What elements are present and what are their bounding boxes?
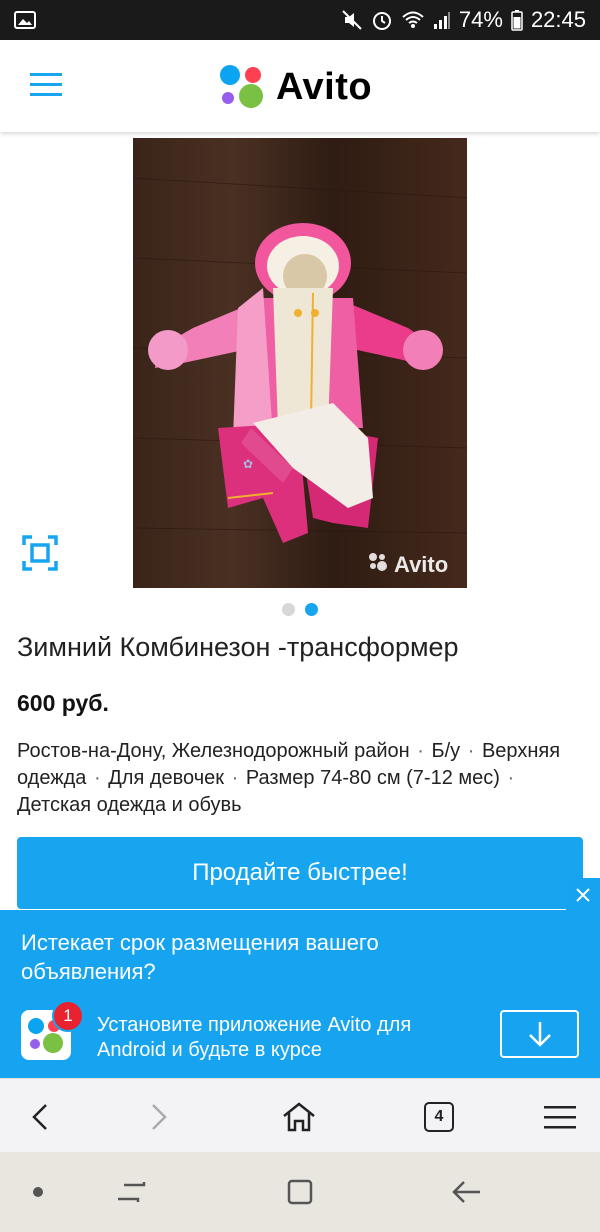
meta-separator: · <box>94 767 101 789</box>
browser-home-button[interactable] <box>279 1097 319 1137</box>
battery-percent: 74% <box>458 7 503 32</box>
wifi-icon <box>401 10 425 30</box>
alarm-icon <box>371 9 393 31</box>
back-arrow-icon <box>452 1181 480 1203</box>
chevron-right-icon <box>152 1104 167 1130</box>
menu-icon <box>544 1106 576 1129</box>
gallery-dot-2-active[interactable] <box>305 603 318 616</box>
signal-icon <box>433 10 451 30</box>
android-nav-bar <box>0 1152 600 1232</box>
close-icon <box>576 888 590 902</box>
fullscreen-icon <box>22 535 58 571</box>
mute-icon <box>341 9 363 31</box>
browser-menu-button[interactable] <box>540 1097 580 1137</box>
recent-apps-icon <box>118 1182 146 1202</box>
logo-text: Avito <box>276 65 373 108</box>
browser-tabs-button[interactable]: 4 <box>419 1097 459 1137</box>
download-app-button[interactable] <box>500 1010 579 1058</box>
meta-section[interactable]: Детская одежда и обувь <box>17 794 242 816</box>
battery-icon <box>511 9 523 31</box>
sell-faster-button[interactable]: Продайте быстрее! <box>17 837 583 909</box>
recent-apps-button[interactable] <box>111 1174 151 1210</box>
gallery-pagination <box>282 603 318 616</box>
meta-separator: · <box>417 740 424 762</box>
meta-gender: Для девочек <box>108 767 225 789</box>
listing-price: 600 руб. <box>17 690 109 716</box>
menu-button[interactable] <box>28 70 64 100</box>
banner-question: Истекает срок размещения вашего объявлен… <box>21 930 379 984</box>
snowsuit-image: ✿ Avito <box>133 138 467 588</box>
site-header: Avito <box>0 40 600 132</box>
tab-count: 4 <box>424 1102 454 1132</box>
meta-size: Размер 74-80 см (7-12 мес) <box>245 767 500 789</box>
dot-icon <box>33 1187 43 1197</box>
listing-meta: Ростов-на-Дону, Железнодорожный район · … <box>17 738 587 819</box>
meta-separator: · <box>231 767 239 789</box>
download-arrow-icon <box>528 1022 551 1047</box>
nav-dot-button[interactable] <box>18 1174 58 1210</box>
install-app-text: Установите приложение Avito для Android … <box>97 1014 412 1061</box>
browser-toolbar: 4 <box>0 1078 600 1152</box>
meta-location[interactable]: Ростов-на-Дону, Железнодорожный район <box>17 740 410 762</box>
browser-back-button[interactable] <box>20 1097 60 1137</box>
chevron-left-icon <box>32 1104 47 1130</box>
gallery-notification-icon <box>14 10 36 30</box>
meta-separator: · <box>507 767 515 789</box>
avito-logo[interactable]: Avito <box>218 64 372 110</box>
back-nav-button[interactable] <box>446 1174 486 1210</box>
watermark-text: Avito <box>394 552 448 577</box>
clock: 22:45 <box>530 7 586 32</box>
listing-title: Зимний Комбинезон -трансформер <box>17 632 459 662</box>
avito-logo-icon <box>220 65 263 108</box>
meta-separator: · <box>467 740 475 762</box>
hamburger-icon <box>30 73 62 96</box>
banner-close-button[interactable] <box>566 878 600 912</box>
app-install-banner: Истекает срок размещения вашего объявлен… <box>0 878 600 1078</box>
fullscreen-button[interactable] <box>22 535 58 571</box>
browser-forward-button[interactable] <box>139 1097 179 1137</box>
gallery-dot-1[interactable] <box>282 603 295 616</box>
listing-photo[interactable]: ✿ Avito <box>133 138 467 588</box>
square-home-icon <box>287 1179 313 1205</box>
home-icon <box>283 1102 315 1132</box>
status-bar: 74% 22:45 <box>0 0 600 40</box>
meta-condition: Б/у <box>431 740 461 762</box>
home-nav-button[interactable] <box>280 1174 320 1210</box>
svg-text:✿: ✿ <box>243 457 253 471</box>
notification-badge: 1 <box>52 1000 84 1032</box>
